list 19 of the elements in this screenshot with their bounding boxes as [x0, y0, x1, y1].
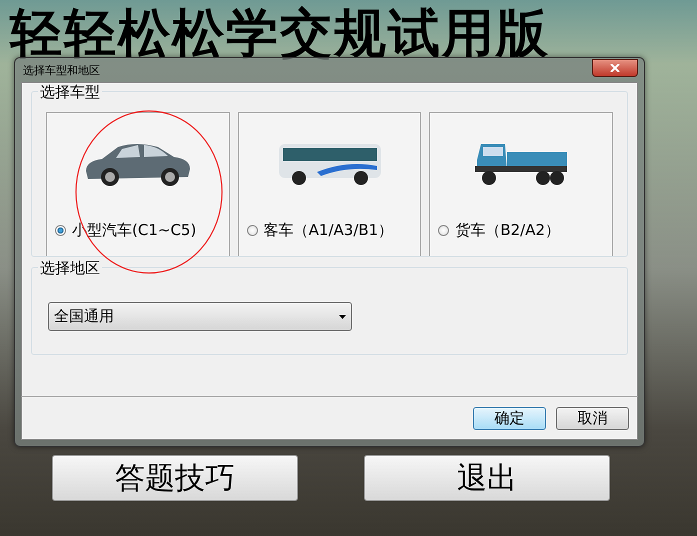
- radio-button[interactable]: [438, 225, 450, 236]
- ok-button[interactable]: 确定: [473, 406, 546, 430]
- dropdown-arrow-icon: [339, 314, 346, 318]
- group-label: 选择车型: [38, 83, 102, 102]
- group-label: 选择地区: [38, 259, 102, 278]
- vehicle-card[interactable]: 客车（A1/A3/B1）: [238, 112, 422, 256]
- region-dropdown[interactable]: 全国通用: [48, 302, 352, 331]
- close-icon: [610, 64, 620, 72]
- radio-button[interactable]: [246, 225, 258, 236]
- radio-label: 客车（A1/A3/B1）: [264, 221, 394, 240]
- menu-button[interactable]: 答题技巧: [52, 455, 298, 501]
- radio-button[interactable]: [55, 225, 66, 236]
- window-title: 选择车型和地区: [22, 62, 100, 78]
- close-button[interactable]: [592, 59, 638, 77]
- vehicle-card[interactable]: 货车（B2/A2）: [429, 112, 614, 256]
- menu-button[interactable]: 退出: [364, 455, 610, 501]
- app-title: 轻轻松松学交规试用版: [10, 4, 550, 64]
- cancel-button[interactable]: 取消: [556, 406, 629, 430]
- radio-label: 货车（B2/A2）: [455, 221, 560, 240]
